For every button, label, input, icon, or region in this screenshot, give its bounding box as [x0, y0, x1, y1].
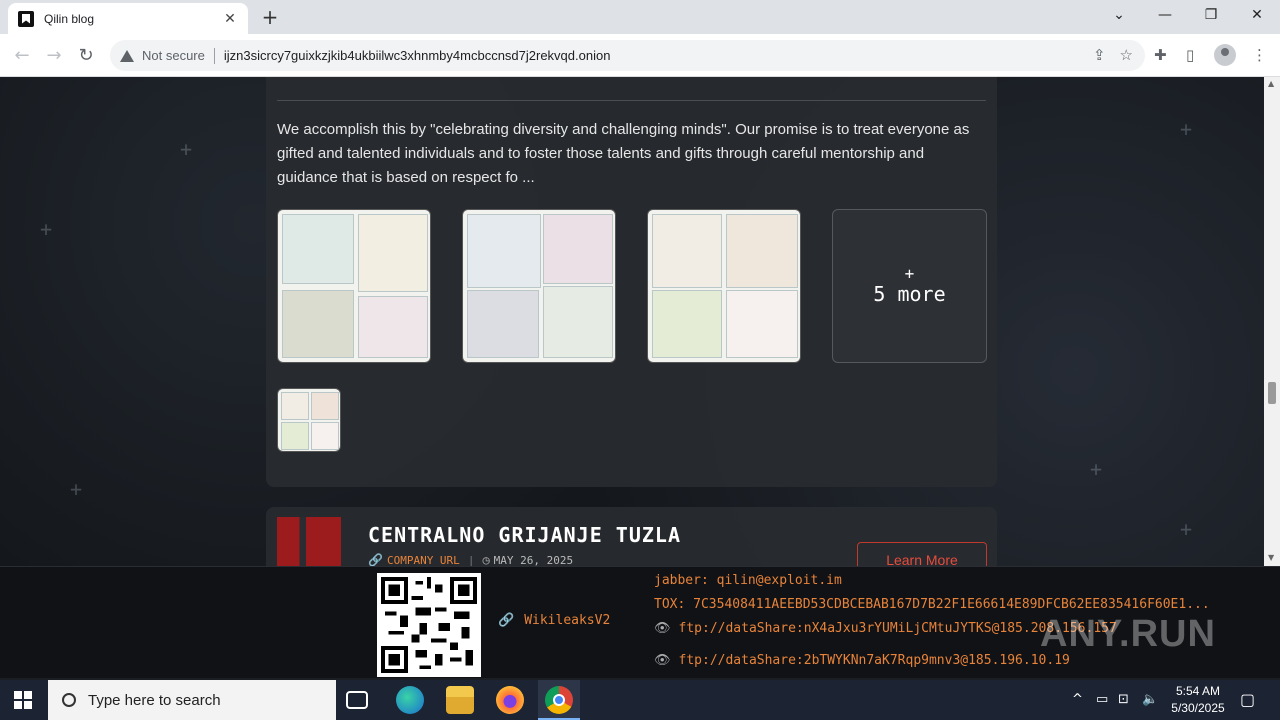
- post-meta: 🔗 COMPANY URL | ◷ MAY 26, 2025: [368, 553, 573, 566]
- document-thumbnail[interactable]: [277, 209, 431, 363]
- system-clock[interactable]: 5:54 AM 5/30/2025: [1160, 683, 1236, 717]
- new-tab-button[interactable]: +: [258, 5, 282, 29]
- post-card: CENTRALNO GRIJANJE TUZLA 🔗 COMPANY URL |…: [266, 507, 997, 566]
- clock-icon: ◷: [482, 553, 490, 566]
- restore-button[interactable]: ❐: [1188, 0, 1234, 30]
- company-title[interactable]: CENTRALNO GRIJANJE TUZLA: [368, 523, 681, 547]
- network-icon[interactable]: ⊡: [1118, 692, 1129, 707]
- meta-divider: |: [467, 553, 475, 567]
- decor-cross-icon: +: [1180, 117, 1193, 141]
- page-scrollbar[interactable]: ▲ ▼: [1264, 77, 1280, 566]
- search-placeholder: Type here to search: [88, 691, 221, 709]
- decor-cross-icon: +: [180, 137, 193, 161]
- qr-code: [377, 573, 481, 677]
- tab-title: Qilin blog: [44, 11, 95, 26]
- document-thumbnail[interactable]: [462, 209, 616, 363]
- decor-cross-icon: +: [1180, 517, 1193, 541]
- windows-start-icon[interactable]: [14, 691, 32, 709]
- profile-avatar[interactable]: [1214, 44, 1236, 66]
- volume-icon[interactable]: 🔈: [1142, 692, 1158, 707]
- more-plus: +: [904, 264, 915, 283]
- scroll-down-icon[interactable]: ▼: [1268, 553, 1274, 562]
- tab-close-icon[interactable]: ✕: [222, 11, 238, 27]
- learn-more-button[interactable]: Learn More: [857, 542, 987, 566]
- close-window-button[interactable]: ✕: [1234, 0, 1280, 30]
- document-thumbnail[interactable]: [647, 209, 801, 363]
- tab-qilin-blog[interactable]: Qilin blog ✕: [8, 3, 248, 34]
- browser-toolbar: ← → ↻ Not secure ijzn3sicrcy7guixkzjkib4…: [0, 34, 1280, 77]
- post-description: We accomplish this by "celebrating diver…: [277, 121, 970, 186]
- side-panel-icon[interactable]: ▯: [1186, 46, 1194, 64]
- forward-arrow-icon[interactable]: →: [40, 42, 68, 70]
- bookmark-star-icon[interactable]: ☆: [1120, 46, 1133, 64]
- search-icon: [62, 693, 76, 707]
- qr-code-graphic: [381, 577, 477, 673]
- post-date: MAY 26, 2025: [493, 553, 574, 567]
- post-card: We accomplish this by "celebrating diver…: [266, 77, 997, 487]
- decor-cross-icon: +: [1090, 457, 1103, 481]
- link-icon: 🔗: [368, 553, 383, 566]
- url-text[interactable]: ijzn3sicrcy7guixkzjkib4ukbiilwc3xhnmby4m…: [224, 48, 611, 63]
- address-bar[interactable]: Not secure ijzn3sicrcy7guixkzjkib4ukbiil…: [110, 40, 1145, 71]
- decor-cross-icon: +: [40, 217, 53, 241]
- not-secure-label[interactable]: Not secure: [142, 48, 205, 63]
- task-view-icon[interactable]: [346, 691, 368, 709]
- firefox-icon[interactable]: [496, 686, 524, 714]
- more-count: 5 more: [873, 282, 946, 306]
- company-url-link[interactable]: COMPANY URL: [387, 554, 460, 567]
- page-content: + + + + + + We accomplish this by "celeb…: [0, 77, 1264, 566]
- back-arrow-icon[interactable]: ←: [8, 42, 36, 70]
- windows-taskbar: Type here to search ^ ▭ ⊡ 🔈 5:54 AM 5/30…: [0, 680, 1280, 720]
- tox-contact[interactable]: TOX: 7C35408411AEEBD53CDBCEBAB167D7B22F1…: [654, 597, 1210, 612]
- document-thumbnail[interactable]: [277, 388, 341, 452]
- site-footer: 🔗 WikileaksV2 jabber: qilin@exploit.im TO…: [0, 566, 1280, 678]
- ftp-link-text: ftp://dataShare:2bTWYKNn7aK7Rqp9mnv3@185…: [678, 653, 1070, 668]
- file-explorer-icon[interactable]: [446, 686, 474, 714]
- tab-strip: Qilin blog ✕ + ⌄ — ❐ ✕: [0, 0, 1280, 34]
- menu-kebab-icon[interactable]: ⋮: [1252, 46, 1267, 64]
- tab-search-dropdown-icon[interactable]: ⌄: [1096, 0, 1142, 30]
- wikileaks-label: WikileaksV2: [524, 613, 611, 628]
- company-logo: [277, 517, 341, 566]
- wikileaks-link[interactable]: 🔗 WikileaksV2: [498, 613, 610, 628]
- extensions-puzzle-icon[interactable]: ✚: [1154, 46, 1167, 64]
- anyrun-watermark: ANY.RUN: [1040, 613, 1216, 655]
- more-images-button[interactable]: + 5 more: [832, 209, 987, 363]
- show-hidden-icons-icon[interactable]: ^: [1072, 692, 1083, 707]
- chrome-taskbar-button[interactable]: [538, 680, 580, 720]
- decor-cross-icon: +: [70, 477, 83, 501]
- omnibox-actions: ⇪ ☆: [1093, 46, 1133, 64]
- minimize-button[interactable]: —: [1142, 0, 1188, 30]
- link-icon: 🔗: [498, 613, 515, 628]
- ftp-link[interactable]: 👁 ftp://dataShare:2bTWYKNn7aK7Rqp9mnv3@18…: [654, 653, 1070, 668]
- warning-icon[interactable]: [120, 49, 134, 62]
- scrollbar-thumb[interactable]: [1268, 382, 1276, 404]
- clock-time: 5:54 AM: [1175, 684, 1221, 698]
- reload-icon[interactable]: ↻: [72, 42, 100, 70]
- omnibox-divider: [213, 47, 215, 64]
- clock-date: 5/30/2025: [1171, 701, 1225, 715]
- eye-icon: 👁: [654, 621, 671, 636]
- scroll-up-icon[interactable]: ▲: [1268, 79, 1274, 88]
- eye-icon: 👁: [654, 653, 671, 668]
- device-icon[interactable]: ▭: [1096, 692, 1108, 707]
- edge-browser-icon[interactable]: [396, 686, 424, 714]
- chrome-icon-center: [553, 694, 565, 706]
- taskbar-search-box[interactable]: Type here to search: [48, 680, 336, 720]
- jabber-contact[interactable]: jabber: qilin@exploit.im: [654, 573, 842, 588]
- notifications-icon[interactable]: ▢: [1240, 690, 1255, 709]
- share-icon[interactable]: ⇪: [1093, 46, 1106, 64]
- divider: [277, 100, 986, 101]
- qilin-favicon-icon: [18, 10, 34, 27]
